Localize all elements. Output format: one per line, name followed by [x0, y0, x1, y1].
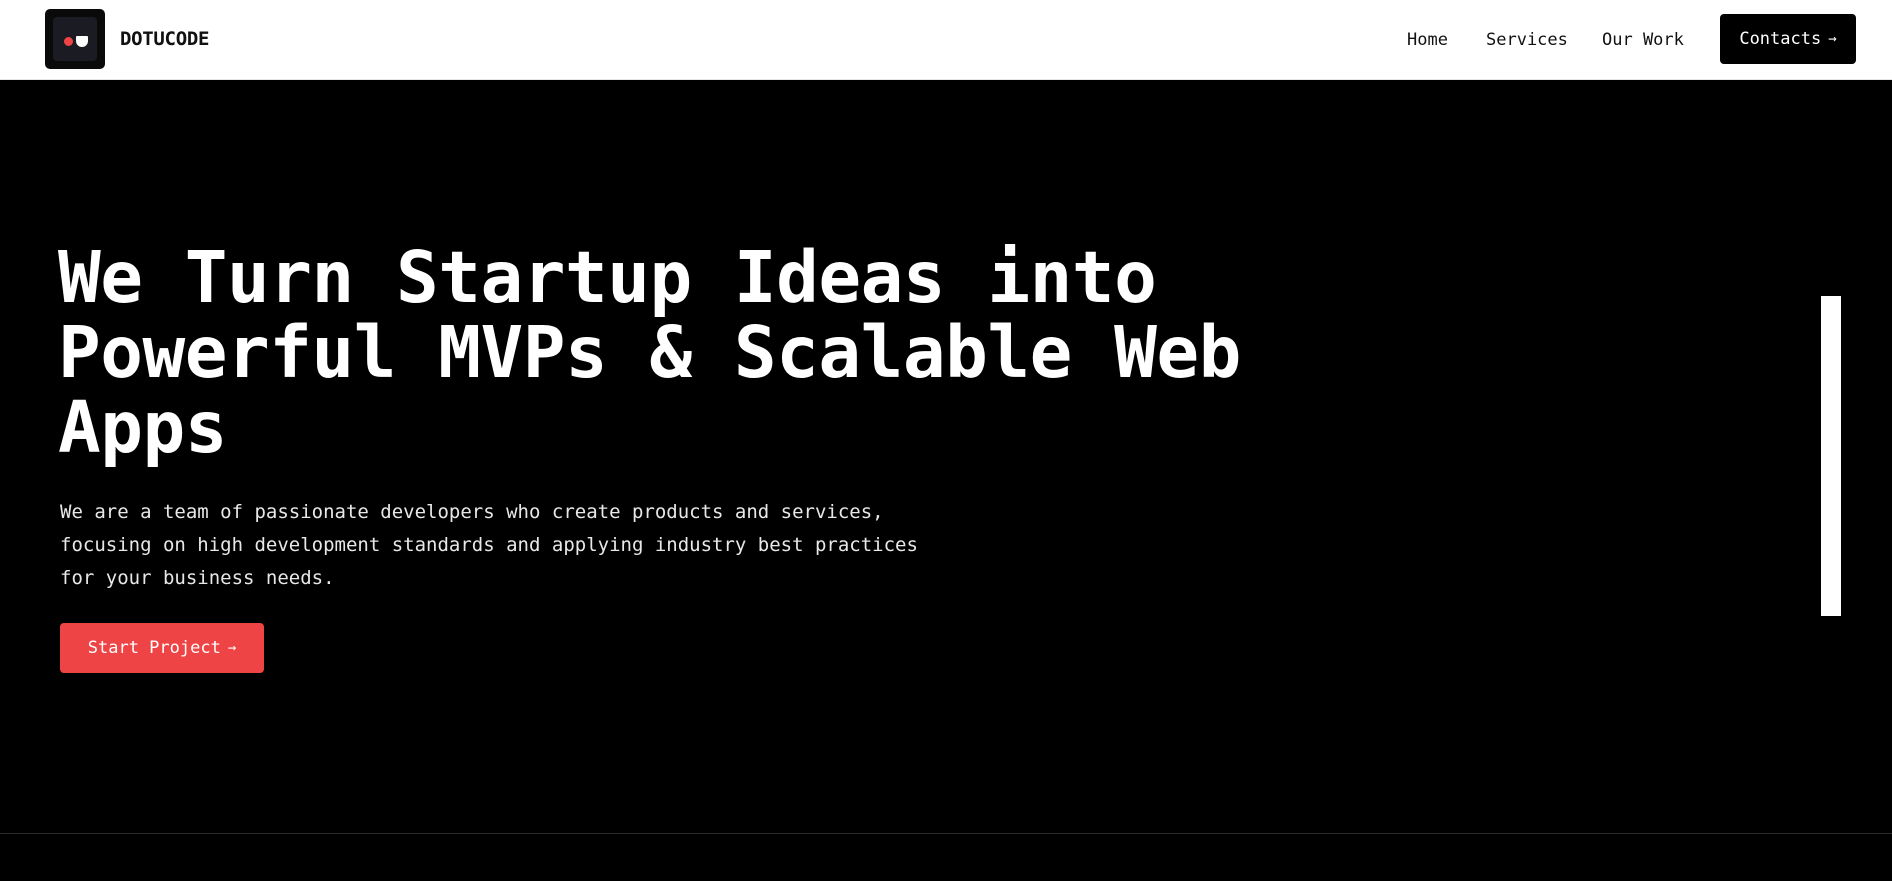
hero-description: We are a team of passionate developers w…	[60, 496, 960, 595]
logo-dot-icon	[64, 37, 73, 46]
hero-description-line: We are a team of passionate developers w…	[60, 501, 884, 523]
hero-title-line: Powerful MVPs & Scalable Web	[58, 311, 1241, 394]
start-project-button[interactable]: Start Project →	[60, 623, 264, 673]
scroll-indicator[interactable]	[1821, 296, 1841, 616]
site-header: DOTUCODE Home Services Our Work Contacts…	[0, 0, 1892, 80]
hero-title-line: We Turn Startup Ideas into	[58, 236, 1157, 319]
hero-title: We Turn Startup Ideas into Powerful MVPs…	[58, 240, 1358, 465]
hero-description-line: focusing on high development standards a…	[60, 534, 918, 556]
start-project-label: Start Project	[87, 638, 221, 658]
section-divider	[0, 833, 1892, 834]
logo-inner	[53, 17, 97, 61]
hero-title-line: Apps	[58, 386, 227, 469]
nav-home-link[interactable]: Home	[1407, 30, 1448, 50]
nav-our-work-link[interactable]: Our Work	[1602, 30, 1684, 50]
arrow-right-icon: →	[227, 640, 237, 656]
hero-description-line: for your business needs.	[60, 567, 335, 589]
page: DOTUCODE Home Services Our Work Contacts…	[0, 0, 1892, 881]
contacts-button[interactable]: Contacts →	[1720, 14, 1856, 64]
arrow-right-icon: →	[1828, 31, 1837, 47]
nav-services-link[interactable]: Services	[1486, 30, 1568, 50]
logo-cup-icon	[76, 36, 88, 47]
brand-name[interactable]: DOTUCODE	[120, 28, 209, 50]
contacts-button-label: Contacts	[1739, 29, 1822, 49]
logo-icon[interactable]	[45, 9, 105, 69]
